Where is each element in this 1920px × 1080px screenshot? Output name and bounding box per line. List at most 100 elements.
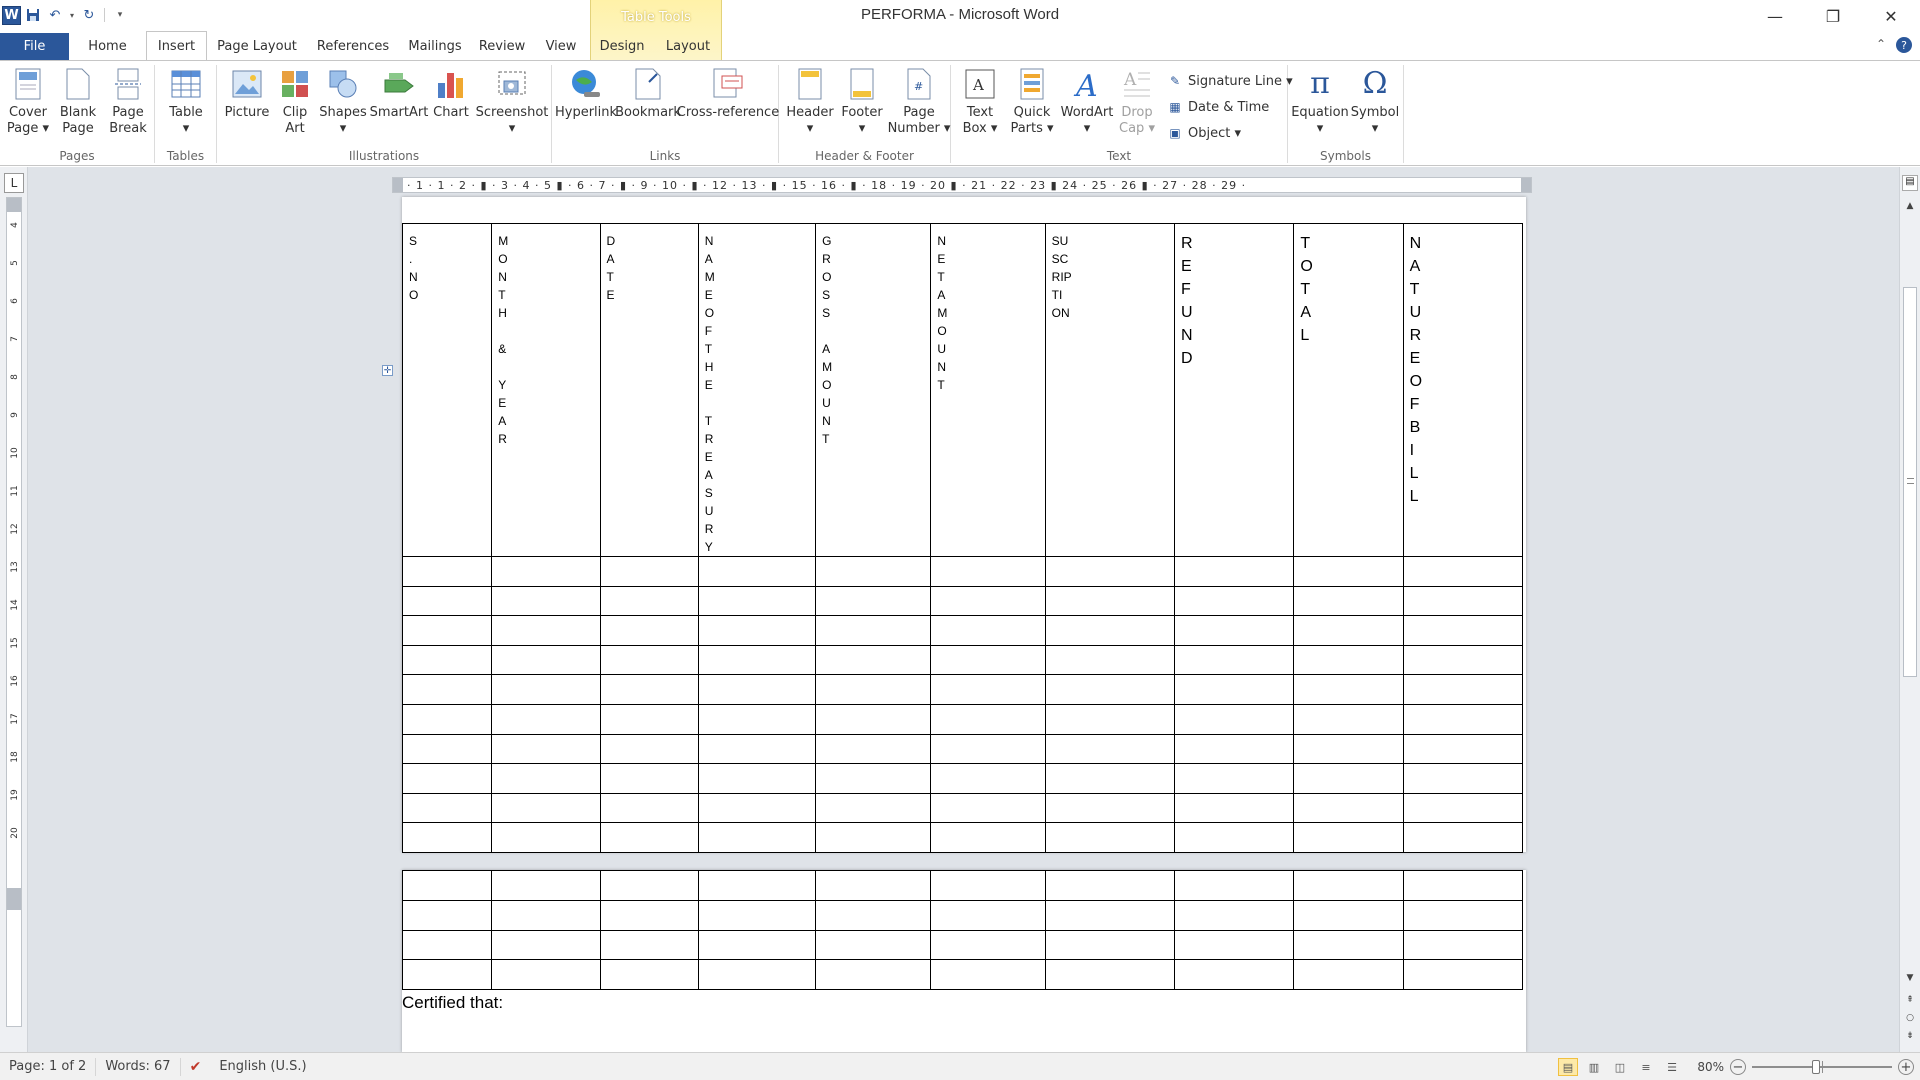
table-cell[interactable] — [1293, 615, 1404, 646]
picture-button[interactable]: Picture — [223, 67, 271, 121]
table-cell[interactable] — [1293, 585, 1404, 617]
browse-object-icon[interactable]: ○ — [1900, 1013, 1920, 1029]
table-header-cell[interactable]: S. NO — [401, 223, 493, 557]
table-cell[interactable] — [697, 929, 817, 961]
table-cell[interactable] — [599, 585, 699, 617]
table-cell[interactable] — [491, 929, 601, 961]
table-cell[interactable] — [1174, 822, 1295, 853]
tab-view[interactable]: View — [533, 33, 589, 60]
table-cell[interactable] — [930, 959, 1046, 991]
table-cell[interactable] — [930, 763, 1046, 794]
tab-selector[interactable]: L — [4, 173, 24, 193]
table-cell[interactable] — [1293, 959, 1404, 991]
table-cell[interactable] — [599, 929, 699, 961]
table-cell[interactable] — [401, 792, 493, 824]
tab-design[interactable]: Design — [589, 33, 655, 60]
page-2[interactable]: Certified that: — [401, 870, 1526, 1052]
table-cell[interactable] — [815, 899, 932, 931]
table-button[interactable]: Table ▾ — [164, 67, 208, 137]
full-screen-reading-icon[interactable]: ▥ — [1584, 1058, 1604, 1076]
table-cell[interactable] — [815, 763, 932, 794]
table-cell[interactable] — [1293, 792, 1404, 824]
blank-page-button[interactable]: Blank Page — [56, 67, 100, 137]
table-cell[interactable] — [1293, 929, 1404, 961]
table-cell[interactable] — [491, 644, 601, 676]
table-cell[interactable] — [1293, 703, 1404, 735]
cross-reference-button[interactable]: Cross-reference — [677, 67, 779, 121]
table-cell[interactable] — [401, 733, 493, 765]
table-header-cell[interactable]: NAMEOFTHETREASURY — [697, 223, 817, 557]
zoom-in-button[interactable]: + — [1898, 1059, 1914, 1075]
table-cell[interactable] — [599, 674, 699, 705]
page-count[interactable]: Page: 1 of 2 — [0, 1057, 97, 1076]
table-cell[interactable] — [697, 733, 817, 765]
zoom-slider[interactable] — [1752, 1058, 1892, 1076]
quick-parts-button[interactable]: Quick Parts ▾ — [1007, 67, 1057, 137]
table-cell[interactable] — [697, 674, 817, 705]
table-cell[interactable] — [1402, 929, 1524, 961]
object-button[interactable]: ▣ Object ▾ — [1167, 125, 1241, 141]
table-cell[interactable] — [815, 959, 932, 991]
table-cell[interactable] — [1402, 703, 1524, 735]
table-cell[interactable] — [401, 674, 493, 705]
table-cell[interactable] — [1402, 792, 1524, 824]
table-cell[interactable] — [599, 733, 699, 765]
view-ruler-icon[interactable]: ▤ — [1902, 175, 1918, 191]
table-cell[interactable] — [1293, 644, 1404, 676]
table-cell[interactable] — [491, 556, 601, 587]
smartart-button[interactable]: SmartArt — [370, 67, 428, 121]
table-cell[interactable] — [1044, 959, 1176, 991]
table-cell[interactable] — [401, 763, 493, 794]
table-cell[interactable] — [1174, 733, 1295, 765]
table-cell[interactable] — [1174, 792, 1295, 824]
footer-button[interactable]: Footer ▾ — [837, 67, 887, 137]
previous-page-icon[interactable]: ⇞ — [1900, 995, 1920, 1011]
table-cell[interactable] — [1044, 615, 1176, 646]
clip-art-button[interactable]: Clip Art — [277, 67, 313, 137]
horizontal-ruler[interactable]: · 1 · 1 · 2 · ▮ · 3 · 4 · 5 ▮ · 6 · 7 · … — [392, 177, 1532, 193]
table-cell[interactable] — [1174, 585, 1295, 617]
table-cell[interactable] — [1174, 959, 1295, 991]
table-cell[interactable] — [1402, 615, 1524, 646]
tab-layout[interactable]: Layout — [655, 33, 721, 60]
table-cell[interactable] — [697, 585, 817, 617]
table-cell[interactable] — [930, 899, 1046, 931]
minimize-button[interactable]: — — [1746, 0, 1804, 33]
table-cell[interactable] — [401, 585, 493, 617]
page-break-button[interactable]: Page Break — [104, 67, 152, 137]
table-cell[interactable] — [815, 585, 932, 617]
text-box-button[interactable]: A Text Box ▾ — [957, 67, 1003, 137]
zoom-out-button[interactable]: − — [1730, 1059, 1746, 1075]
table-cell[interactable] — [401, 822, 493, 853]
table-header-cell[interactable]: NETAMOUNT — [930, 223, 1046, 557]
table-cell[interactable] — [491, 733, 601, 765]
header-button[interactable]: Header ▾ — [785, 67, 835, 137]
table-cell[interactable] — [1174, 674, 1295, 705]
symbol-button[interactable]: Ω Symbol ▾ — [1350, 67, 1400, 137]
table-cell[interactable] — [930, 556, 1046, 587]
table-cell[interactable] — [930, 644, 1046, 676]
table-cell[interactable] — [1293, 674, 1404, 705]
equation-button[interactable]: π Equation ▾ — [1291, 67, 1349, 137]
table-cell[interactable] — [1044, 644, 1176, 676]
scroll-down-icon[interactable]: ▼ — [1900, 973, 1920, 989]
tab-references[interactable]: References — [307, 33, 399, 60]
table-cell[interactable] — [1044, 585, 1176, 617]
table-cell[interactable] — [401, 644, 493, 676]
zoom-slider-knob[interactable] — [1812, 1060, 1820, 1074]
table-cell[interactable] — [697, 822, 817, 853]
table-cell[interactable] — [1044, 870, 1176, 901]
table-header-cell[interactable]: GROSSAMOUNT — [815, 223, 932, 557]
table-cell[interactable] — [697, 899, 817, 931]
hyperlink-button[interactable]: Hyperlink — [555, 67, 617, 121]
table-cell[interactable] — [1044, 822, 1176, 853]
document-workspace[interactable]: L 4 5 6 7 8 9 10 11 12 13 14 15 16 17 18 19 20 · 1 · 1 ·… — [0, 167, 1920, 1052]
table-cell[interactable] — [1174, 644, 1295, 676]
table-cell[interactable] — [1402, 959, 1524, 991]
table-cell[interactable] — [491, 870, 601, 901]
table-cell[interactable] — [815, 644, 932, 676]
page-number-button[interactable]: # Page Number ▾ — [888, 67, 950, 137]
scroll-thumb[interactable] — [1903, 287, 1917, 677]
table-cell[interactable] — [491, 792, 601, 824]
table-cell[interactable] — [815, 556, 932, 587]
